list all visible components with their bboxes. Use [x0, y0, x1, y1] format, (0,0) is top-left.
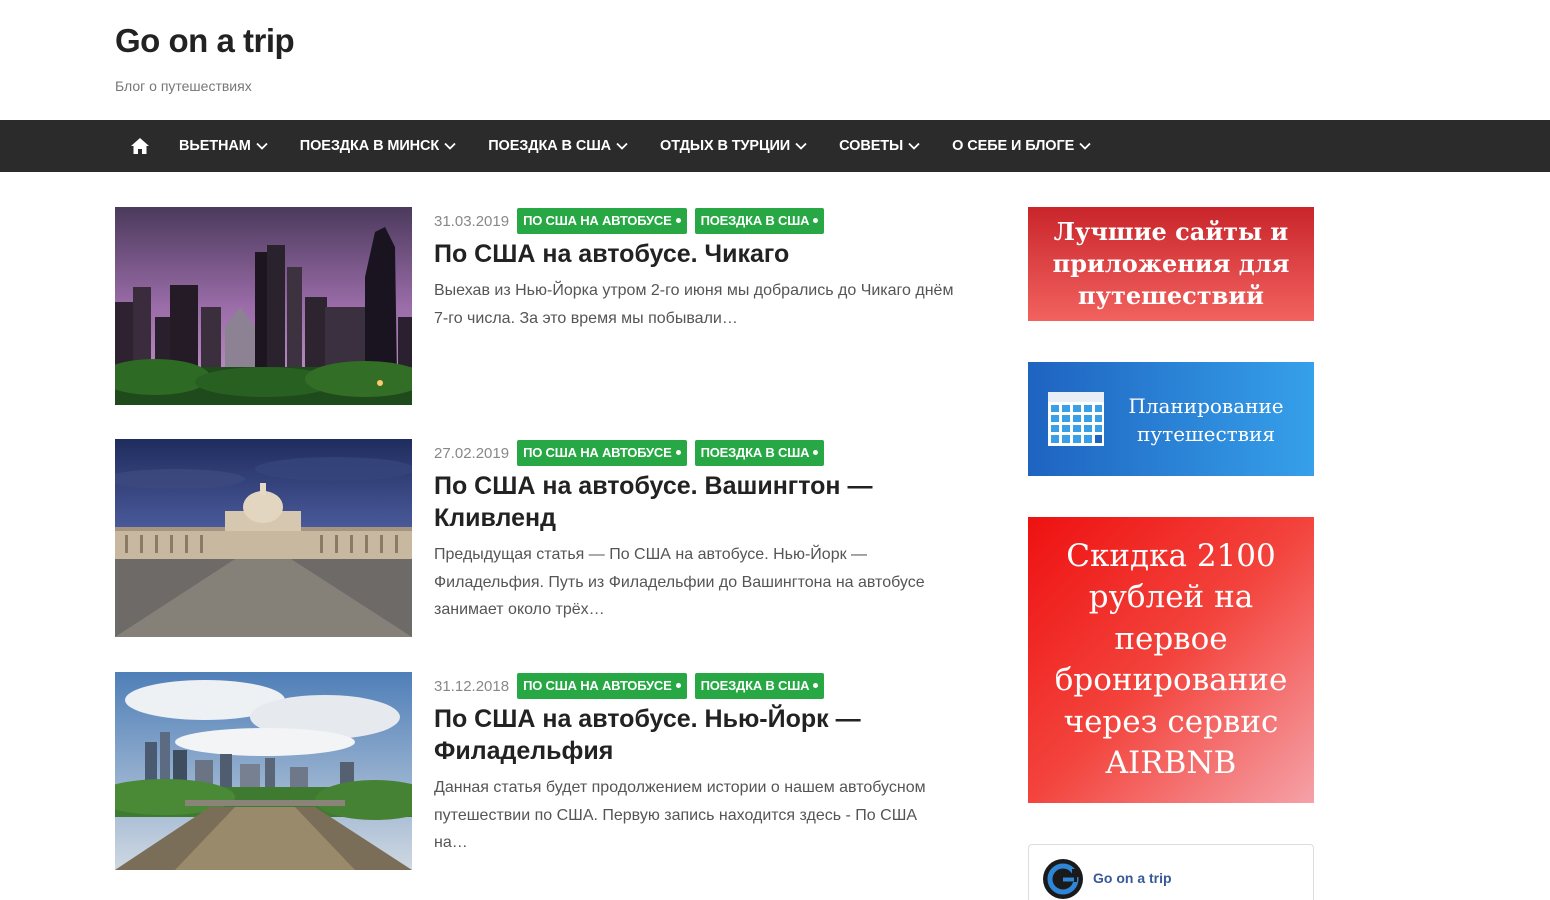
nav-item-turkey[interactable]: ОТДЫХ В ТУРЦИИ [660, 138, 807, 154]
site-title[interactable]: Go on a trip [115, 22, 295, 60]
chevron-down-icon [1079, 142, 1091, 150]
nav-item-usa[interactable]: ПОЕЗДКА В США [488, 138, 628, 154]
category-label: ПО США НА АВТОБУСЕ [523, 678, 672, 693]
category-label: ПО США НА АВТОБУСЕ [523, 445, 672, 460]
post-thumbnail[interactable] [115, 439, 412, 637]
post-thumbnail[interactable] [115, 207, 412, 405]
category-label: ПОЕЗДКА В США [700, 445, 810, 460]
chevron-down-icon [908, 142, 920, 150]
chevron-down-icon [616, 142, 628, 150]
category-label: ПОЕЗДКА В США [700, 678, 810, 693]
post-meta: 27.02.2019 ПО США НА АВТОБУСЕ ПОЕЗДКА В … [434, 440, 832, 466]
category-badge[interactable]: ПО США НА АВТОБУСЕ [517, 440, 687, 466]
banner-text: Лучшие сайты и приложения для путешестви… [1052, 217, 1290, 310]
sidebar-banner-best-sites[interactable]: Лучшие сайты и приложения для путешестви… [1028, 207, 1314, 321]
widget-page-name[interactable]: Go on a trip [1093, 870, 1172, 886]
nav-item-tips[interactable]: СОВЕТЫ [839, 138, 920, 154]
post-excerpt: Выехав из Нью-Йорка утром 2-го июня мы д… [434, 282, 954, 327]
post-title[interactable]: По США на автобусе. Чикаго [434, 238, 954, 270]
chevron-down-icon [795, 142, 807, 150]
category-badge[interactable]: ПОЕЗДКА В США [694, 440, 825, 466]
banner-text: Скидка 2100 рублей на первое бронировани… [1054, 537, 1288, 782]
nav-item-label: О СЕБЕ И БЛОГЕ [952, 138, 1075, 154]
sidebar-banner-planning[interactable]: Планирование путешествия [1028, 362, 1314, 476]
post-date[interactable]: 31.03.2019 [434, 213, 509, 230]
category-label: ПОЕЗДКА В США [700, 213, 810, 228]
post-title[interactable]: По США на автобусе. Вашингтон — Кливленд [434, 470, 954, 534]
banner-text: Планирование путешествия [1128, 394, 1284, 446]
category-label: ПО США НА АВТОБУСЕ [523, 213, 672, 228]
main-nav: ВЬЕТНАМ ПОЕЗДКА В МИНСК ПОЕЗДКА В США ОТ… [0, 120, 1550, 172]
post-excerpt: Данная статья будет продолжением истории… [434, 779, 926, 851]
site-header: Go on a trip Блог о путешествиях [0, 0, 1550, 120]
nav-item-label: СОВЕТЫ [839, 138, 904, 154]
post-title[interactable]: По США на автобусе. Нью-Йорк — Филадельф… [434, 703, 954, 767]
post-date[interactable]: 31.12.2018 [434, 678, 509, 695]
calendar-icon [1048, 392, 1104, 446]
nav-item-label: ОТДЫХ В ТУРЦИИ [660, 138, 791, 154]
category-badge[interactable]: ПО США НА АВТОБУСЕ [517, 673, 687, 699]
nav-item-about[interactable]: О СЕБЕ И БЛОГЕ [952, 138, 1091, 154]
post-meta: 31.12.2018 ПО США НА АВТОБУСЕ ПОЕЗДКА В … [434, 673, 832, 699]
nav-item-label: ПОЕЗДКА В МИНСК [299, 138, 440, 154]
sidebar-banner-airbnb[interactable]: Скидка 2100 рублей на первое бронировани… [1028, 517, 1314, 803]
post-meta: 31.03.2019 ПО США НА АВТОБУСЕ ПОЕЗДКА В … [434, 208, 832, 234]
post-excerpt: Предыдущая статья — По США на автобусе. … [434, 546, 925, 618]
site-tagline: Блог о путешествиях [115, 78, 252, 94]
nav-item-vietnam[interactable]: ВЬЕТНАМ [179, 138, 268, 154]
category-badge[interactable]: ПОЕЗДКА В США [694, 673, 825, 699]
site-logo-icon[interactable] [1043, 859, 1083, 899]
page-widget: Go on a trip [1028, 844, 1314, 900]
nav-item-label: ВЬЕТНАМ [179, 138, 251, 154]
chevron-down-icon [444, 142, 456, 150]
chevron-down-icon [256, 142, 268, 150]
home-icon[interactable] [128, 135, 152, 157]
category-badge[interactable]: ПОЕЗДКА В США [694, 208, 825, 234]
nav-item-minsk[interactable]: ПОЕЗДКА В МИНСК [300, 138, 456, 154]
category-badge[interactable]: ПО США НА АВТОБУСЕ [517, 208, 687, 234]
nav-item-label: ПОЕЗДКА В США [488, 138, 612, 154]
post-thumbnail[interactable] [115, 672, 412, 870]
post-date[interactable]: 27.02.2019 [434, 445, 509, 462]
nav-menu: ВЬЕТНАМ ПОЕЗДКА В МИНСК ПОЕЗДКА В США ОТ… [179, 120, 1123, 172]
